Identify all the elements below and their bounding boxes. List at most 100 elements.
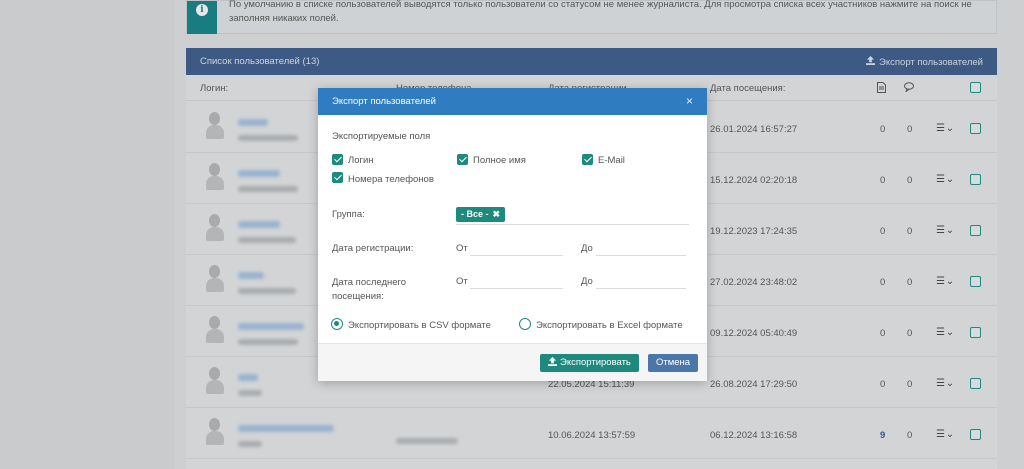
select-all-checkbox[interactable] [970,82,981,93]
last-visit-label-line2: посещения: [332,291,384,302]
user-login-blurred[interactable] [238,221,280,228]
info-icon-column: i [187,1,217,34]
row-menu-icon[interactable]: ☰ ⌄ [936,276,954,287]
row-menu-icon[interactable]: ☰ ⌄ [936,174,954,185]
field-fullname-checkbox[interactable] [457,154,468,165]
field-fullname-label: Полное имя [473,155,526,166]
visit-to-input[interactable] [596,288,686,289]
export-button[interactable]: Экспортировать [540,354,639,372]
excel-radio[interactable] [519,318,531,330]
user-role-blurred [238,441,262,447]
posts-count: 0 [880,226,886,237]
panel-title: Список пользователей (13) [200,56,320,67]
field-login-label: Логин [348,155,374,166]
comments-count: 0 [907,430,913,441]
user-login-blurred[interactable] [238,425,334,432]
avatar[interactable] [206,214,224,242]
modal-footer: Экспортировать Отмена [318,343,707,381]
posts-icon[interactable] [877,82,886,96]
user-role-blurred [238,390,262,396]
export-users-label: Экспорт пользователей [879,57,983,68]
table-row[interactable]: 10.06.2024 13:57:59 06.12.2024 13:16:58 9 0… [186,408,997,459]
visited-date: 06.12.2024 13:16:58 [710,430,798,441]
posts-count: 0 [880,328,886,339]
excel-label: Экспортировать в Excel формате [536,320,683,331]
user-login-blurred[interactable] [238,374,258,381]
user-role-blurred [238,186,298,192]
user-role-blurred [238,339,298,345]
avatar[interactable] [206,367,224,395]
comments-count: 0 [907,226,913,237]
registered-date: 10.06.2024 13:57:59 [548,430,636,441]
field-email-checkbox[interactable] [582,154,593,165]
comments-count: 0 [907,328,913,339]
posts-count: 0 [880,175,886,186]
avatar[interactable] [206,265,224,293]
user-login-blurred[interactable] [238,119,268,126]
reg-to-input[interactable] [596,255,686,256]
field-phones-checkbox[interactable] [332,172,343,183]
user-login-blurred[interactable] [238,323,304,330]
row-menu-icon[interactable]: ☰ ⌄ [936,225,954,236]
avatar[interactable] [206,112,224,140]
comments-icon[interactable] [904,82,916,95]
posts-count: 0 [880,124,886,135]
visited-date: 27.02.2024 23:48:02 [710,277,798,288]
info-icon: i [196,4,208,16]
posts-count: 0 [880,277,886,288]
last-visit-label: Дата последнего посещения: [332,276,406,304]
group-select-underline[interactable] [456,224,689,225]
row-checkbox[interactable] [970,429,981,440]
visited-date: 26.01.2024 16:57:27 [710,124,798,135]
row-menu-icon[interactable]: ☰ ⌄ [936,123,954,134]
panel-header: Список пользователей (13) Экспорт пользо… [186,48,997,75]
field-phones-label: Номера телефонов [348,174,434,185]
visited-date: 09.12.2024 05:40:49 [710,328,798,339]
row-checkbox[interactable] [970,276,981,287]
upload-icon [866,56,876,68]
avatar[interactable] [206,316,224,344]
row-checkbox[interactable] [970,225,981,236]
row-menu-icon[interactable]: ☰ ⌄ [936,429,954,440]
user-role-blurred [238,237,296,243]
user-login-blurred[interactable] [238,272,264,279]
last-visit-label-line1: Дата последнего [332,277,407,288]
row-checkbox[interactable] [970,378,981,389]
comments-count: 0 [907,379,913,390]
visit-from-label: От [456,276,468,287]
visit-to-label: До [581,276,593,287]
export-users-link[interactable]: Экспорт пользователей [866,56,983,68]
avatar[interactable] [206,418,224,446]
user-login-blurred[interactable] [238,170,280,177]
cancel-button[interactable]: Отмена [648,354,699,372]
column-login[interactable]: Логин: [200,83,228,94]
visit-from-input[interactable] [470,288,563,289]
modal-title: Экспорт пользователей [332,96,436,107]
reg-from-label: От [456,243,468,254]
field-email-label: E-Mail [598,155,625,166]
export-fields-label: Экспортируемые поля [332,131,431,142]
csv-label: Экспортировать в CSV формате [348,320,491,331]
comments-count: 0 [907,175,913,186]
posts-count[interactable]: 9 [880,430,885,441]
close-icon[interactable]: × [686,94,693,108]
user-phone-blurred [396,438,458,444]
row-menu-icon[interactable]: ☰ ⌄ [936,378,954,389]
comments-count: 0 [907,277,913,288]
row-checkbox[interactable] [970,174,981,185]
row-menu-icon[interactable]: ☰ ⌄ [936,327,954,338]
comments-count: 0 [907,124,913,135]
column-visited[interactable]: Дата посещения: [710,83,785,94]
avatar[interactable] [206,163,224,191]
reg-from-input[interactable] [470,255,563,256]
group-tag[interactable]: - Все - ✖ [456,207,506,222]
group-label: Группа: [332,209,365,220]
row-checkbox[interactable] [970,123,981,134]
csv-radio[interactable] [331,318,343,330]
row-checkbox[interactable] [970,327,981,338]
upload-icon [548,357,557,366]
remove-tag-icon[interactable]: ✖ [493,209,501,219]
field-login-checkbox[interactable] [332,154,343,165]
modal-header: Экспорт пользователей × [318,88,707,115]
posts-count: 0 [880,379,886,390]
